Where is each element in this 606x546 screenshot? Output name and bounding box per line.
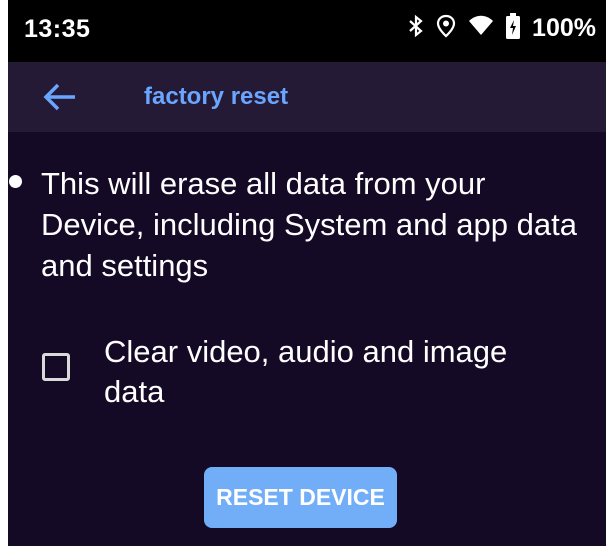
clear-media-checkbox[interactable]: [42, 353, 70, 381]
bluetooth-icon: [408, 14, 424, 43]
bullet-icon: [9, 175, 22, 188]
status-time: 13:35: [24, 15, 91, 43]
clear-media-label: Clear video, audio and image data: [104, 334, 508, 409]
back-button[interactable]: [38, 75, 82, 119]
app-bar: factory reset: [8, 62, 606, 132]
battery-percentage: 100%: [532, 13, 596, 42]
location-icon: [436, 14, 456, 43]
status-icons: 100%: [408, 12, 596, 44]
reset-device-button[interactable]: RESET DEVICE: [204, 467, 397, 528]
battery-icon: [506, 12, 521, 44]
page-title: factory reset: [144, 83, 289, 110]
device-screen: 13:35 100% factory reset This will erase…: [8, 0, 606, 546]
clear-media-option[interactable]: Clear video, audio and image data: [38, 330, 578, 410]
wifi-icon: [468, 15, 494, 42]
arrow-left-icon: [43, 83, 75, 111]
warning-message: This will erase all data from your Devic…: [41, 166, 577, 283]
status-bar: 13:35 100%: [8, 0, 606, 62]
